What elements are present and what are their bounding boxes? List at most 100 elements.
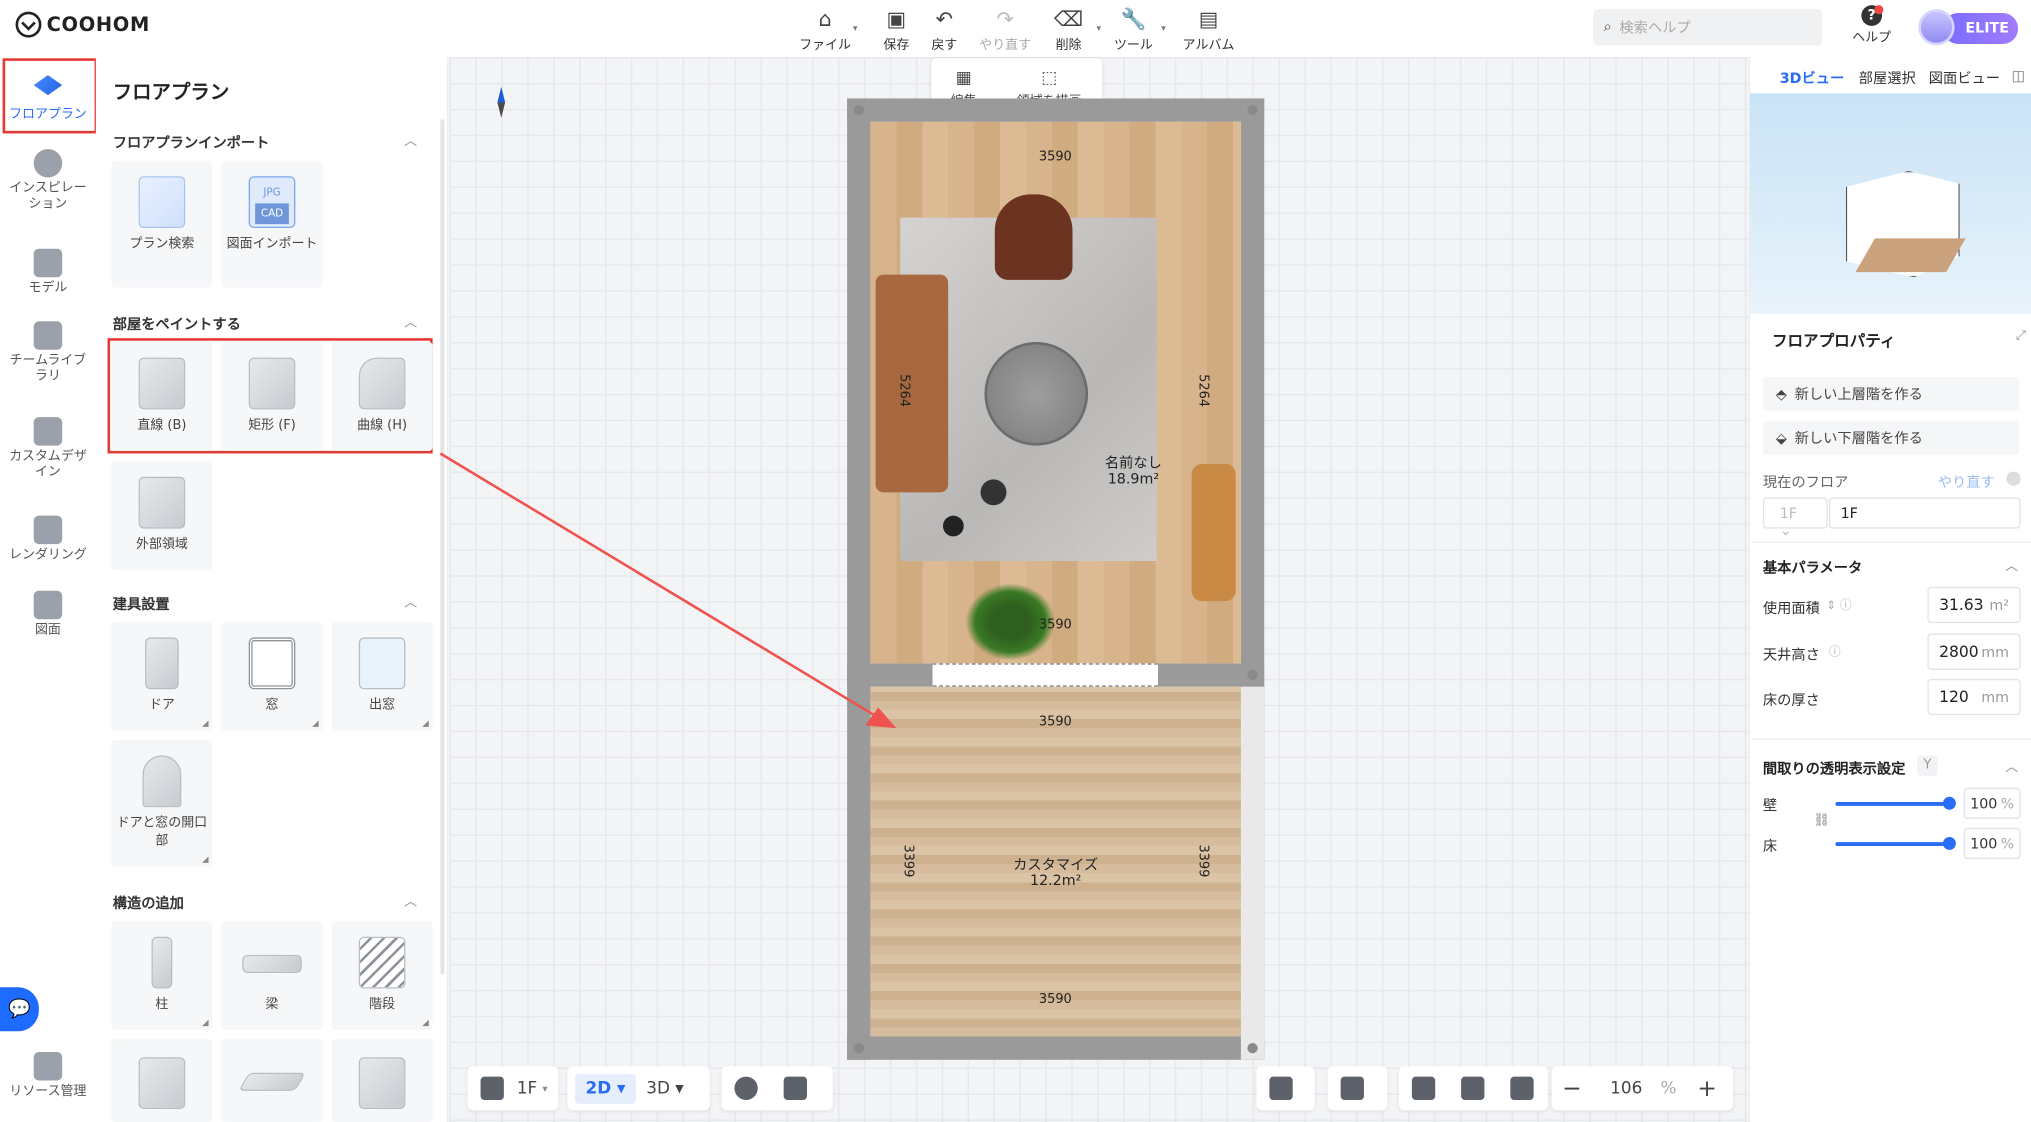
wall-left[interactable] <box>847 98 871 1060</box>
window-tile[interactable]: 窓 <box>221 621 323 731</box>
undo-button[interactable]: ↶ 戻す <box>912 5 977 53</box>
help-button[interactable]: ? ヘルプ <box>1846 5 1898 45</box>
sofa-icon <box>33 248 63 278</box>
search-input[interactable]: ⌕ 検索ヘルプ <box>1593 9 1823 46</box>
fit-screen-icon[interactable] <box>1461 1076 1485 1100</box>
rail-item-model[interactable]: モデル <box>0 248 96 297</box>
add-upper-floor-button[interactable]: ⬘ 新しい上層階を作る <box>1762 377 2020 411</box>
rect-tool-tile[interactable]: 矩形 (F) <box>221 342 323 451</box>
tab-plan-view[interactable]: 図面ビュー <box>1929 67 2000 88</box>
view-2d-button[interactable]: 2D ▾ <box>575 1073 636 1104</box>
chevron-up-icon[interactable]: ︿ <box>404 890 417 909</box>
panel-scrollbar[interactable] <box>440 119 445 975</box>
opening-tile[interactable]: ドアと窓の開口部 <box>111 739 213 867</box>
structure-tile-5[interactable] <box>221 1039 323 1122</box>
rail-item-rendering[interactable]: レンダリング <box>0 515 96 564</box>
zoom-value[interactable]: 106 <box>1610 1079 1642 1098</box>
corner-node[interactable] <box>853 104 864 116</box>
beam-tile[interactable]: 梁 <box>221 921 323 1031</box>
stairs-tile[interactable]: 階段 <box>331 921 433 1031</box>
expand-icon[interactable]: ⤢ <box>2015 329 2025 343</box>
rail-item-team-library[interactable]: チームライブラリ <box>0 321 96 384</box>
chevron-up-icon[interactable]: ︿ <box>404 311 417 330</box>
floor-slider-handle[interactable] <box>1942 836 1956 850</box>
exterior-area-tile[interactable]: 外部領域 <box>111 461 213 571</box>
arch-opening-icon <box>142 755 182 808</box>
ceiling-height-input[interactable]: 2800 mm <box>1927 633 2021 670</box>
corner-node[interactable] <box>1247 104 1258 116</box>
corner-node[interactable] <box>853 1042 864 1054</box>
room-label[interactable]: 名前なし 18.9m² <box>1088 455 1179 487</box>
chevron-up-icon[interactable]: ︿ <box>2005 755 2018 775</box>
usable-area-input[interactable]: 31.63 m² <box>1927 586 2021 624</box>
tab-3d-view[interactable]: 3Dビュー <box>1780 67 1845 88</box>
file-button[interactable]: ⌂ ファイル ▾ <box>793 5 857 53</box>
wall-top[interactable] <box>847 98 1265 122</box>
sort-icon[interactable]: ⇕ ⓘ <box>1826 596 1851 613</box>
chevron-up-icon[interactable]: ︿ <box>404 591 417 610</box>
rail-item-custom-design[interactable]: カスタムデザイン <box>0 417 96 480</box>
chat-button[interactable]: 💬 <box>0 987 39 1032</box>
drawing-import-tile[interactable]: JPG CAD 図面インポート <box>221 160 323 288</box>
add-lower-floor-button[interactable]: ⬙ 新しい下層階を作る <box>1762 421 2020 455</box>
settings-toggle[interactable] <box>1327 1066 1388 1111</box>
wall-transparency-slider[interactable] <box>1835 801 1950 806</box>
curve-tool-tile[interactable]: 曲線 (H) <box>331 342 433 451</box>
rail-item-drawing[interactable]: 図面 <box>0 590 96 639</box>
basic-params-title: 基本パラメータ <box>1762 559 1863 577</box>
eye-icon[interactable] <box>734 1076 758 1100</box>
delete-button[interactable]: ⌫ 削除 ▾ <box>1036 5 1101 53</box>
plan-search-tile[interactable]: プラン検索 <box>111 160 213 288</box>
album-button[interactable]: ▤ アルバム <box>1176 5 1241 53</box>
app-logo[interactable]: COOHOM <box>15 11 150 38</box>
wall-middle-left[interactable] <box>847 663 933 687</box>
cabinet[interactable] <box>1191 463 1236 602</box>
side-lamp[interactable] <box>942 515 964 537</box>
link-icon[interactable]: ⛓ <box>1813 814 1829 828</box>
expand-icon[interactable]: ◫ <box>2012 67 2025 84</box>
floor-lamp[interactable] <box>980 479 1007 506</box>
rail-item-floorplan[interactable]: フロアプラン <box>0 75 96 123</box>
avatar[interactable] <box>1918 9 1955 46</box>
floor-transparency-slider[interactable] <box>1835 842 1950 847</box>
camera-settings-icon[interactable] <box>1411 1076 1436 1100</box>
sofa[interactable] <box>875 274 949 493</box>
floor-name-input[interactable]: 1F <box>1828 497 2021 529</box>
round-table[interactable] <box>984 342 1089 446</box>
floor-thickness-input[interactable]: 120 mm <box>1927 678 2021 716</box>
rail-item-resource[interactable]: リソース管理 <box>0 1052 96 1100</box>
chevron-up-icon[interactable]: ︿ <box>404 130 417 149</box>
button-label: 新しい下層階を作る <box>1794 430 1923 447</box>
structure-tile-4[interactable] <box>111 1039 213 1122</box>
zoom-out-button[interactable]: − <box>1562 1075 1582 1102</box>
lock-button[interactable] <box>1256 1066 1315 1111</box>
floor-transparency-input[interactable]: 100% <box>1963 827 2021 859</box>
tools-button[interactable]: 🔧 ツール ▾ <box>1101 5 1166 53</box>
wall-transparency-input[interactable]: 100% <box>1963 787 2021 819</box>
door-tile[interactable]: ドア <box>111 621 213 731</box>
floor-select[interactable]: 1F ⌄ <box>1762 497 1828 539</box>
toggle-icon <box>1340 1076 1364 1100</box>
redo-link[interactable]: やり直す <box>1938 472 1995 493</box>
floor-selector[interactable]: 1F ▾ <box>467 1066 559 1111</box>
corner-node[interactable] <box>1247 1042 1258 1054</box>
wall-slider-handle[interactable] <box>1942 796 1956 810</box>
zoom-area-icon[interactable] <box>1510 1076 1534 1100</box>
chevron-up-icon[interactable]: ︿ <box>2005 555 2018 574</box>
redo-button[interactable]: ↷ やり直す <box>973 5 1038 53</box>
structure-tile-6[interactable] <box>331 1039 433 1122</box>
armchair[interactable] <box>994 194 1073 280</box>
cube-view-icon[interactable] <box>783 1076 807 1100</box>
rail-item-inspiration[interactable]: インスピレーション <box>0 148 96 212</box>
tab-room-select[interactable]: 部屋選択 <box>1859 67 1916 88</box>
wall-bottom[interactable] <box>847 1036 1265 1060</box>
line-tool-tile[interactable]: 直線 (B) <box>111 342 213 451</box>
bay-window-tile[interactable]: 出窓 <box>331 621 433 731</box>
door-opening[interactable] <box>932 663 1158 687</box>
view-3d-button[interactable]: 3D ▾ <box>646 1079 684 1098</box>
wall-right-lower[interactable] <box>1240 686 1265 1060</box>
zoom-in-button[interactable]: + <box>1697 1075 1717 1102</box>
room-label[interactable]: カスタマイズ 12.2m² <box>1004 857 1108 889</box>
column-tile[interactable]: 柱 <box>111 921 213 1031</box>
corner-node[interactable] <box>1247 669 1258 681</box>
